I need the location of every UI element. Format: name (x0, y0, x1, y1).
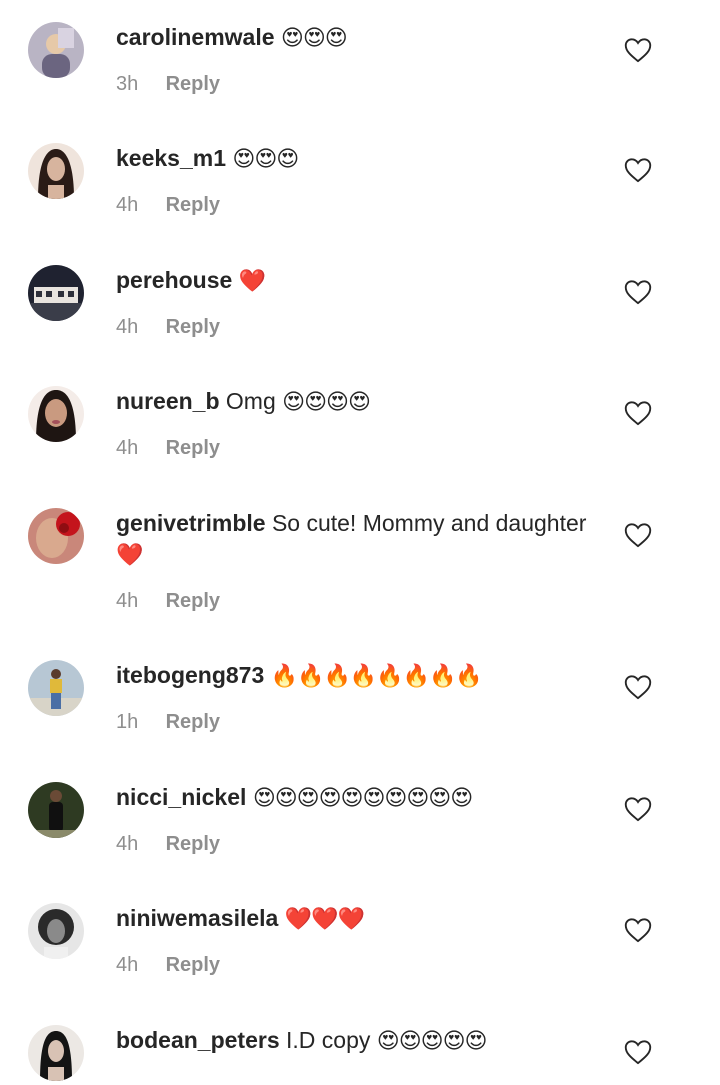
avatar[interactable] (28, 265, 84, 321)
comment-line: nureen_b Omg 😍😍😍😍 (116, 386, 606, 418)
comment-username[interactable]: bodean_peters (116, 1027, 280, 1053)
avatar[interactable] (28, 508, 84, 564)
comment-body: bodean_peters I.D copy 😍😍😍😍😍 (116, 1025, 606, 1057)
heart-outline-icon[interactable] (624, 796, 652, 822)
reply-button[interactable]: Reply (166, 954, 220, 976)
comment-line: perehouse ❤️ (116, 265, 606, 297)
comment-time: 4h (116, 590, 139, 612)
heart-outline-icon[interactable] (624, 522, 652, 548)
avatar[interactable] (28, 782, 84, 838)
comment-text: Omg (225, 388, 276, 414)
comment-emoji: 😍😍😍 (280, 26, 348, 51)
comment-body: itebogeng873 🔥🔥🔥🔥🔥🔥🔥🔥 1h Reply (116, 660, 606, 734)
comment-emoji: ❤️ (238, 269, 266, 294)
avatar[interactable] (28, 1025, 84, 1081)
heart-outline-icon[interactable] (624, 674, 652, 700)
comment-meta: 4h Reply (116, 832, 606, 856)
comment-meta: 4h Reply (116, 193, 606, 217)
reply-button[interactable]: Reply (166, 590, 220, 612)
comment-meta: 1h Reply (116, 710, 606, 734)
comment-username[interactable]: niniwemasilela (116, 905, 278, 931)
comment-body: carolinemwale 😍😍😍 3h Reply (116, 22, 606, 96)
comment-meta: 4h Reply (116, 953, 606, 977)
avatar[interactable] (28, 386, 84, 442)
comment-line: genivetrimble So cute! Mommy and daughte… (116, 508, 606, 571)
comment-text: So cute! Mommy and daughter (271, 510, 587, 536)
comment-line: nicci_nickel 😍😍😍😍😍😍😍😍😍😍 (116, 782, 606, 814)
comment-time: 4h (116, 316, 139, 338)
reply-button[interactable]: Reply (166, 194, 220, 216)
comment-time: 4h (116, 833, 139, 855)
comment-emoji: ❤️ (116, 543, 143, 568)
comment-body: nicci_nickel 😍😍😍😍😍😍😍😍😍😍 4h Reply (116, 782, 606, 856)
comment-time: 1h (116, 711, 139, 733)
comment-time: 4h (116, 437, 139, 459)
reply-button[interactable]: Reply (166, 711, 220, 733)
comment-emoji: 😍😍😍😍😍😍😍😍😍😍 (252, 786, 473, 811)
comment-emoji: 😍😍😍 (232, 147, 299, 172)
avatar[interactable] (28, 22, 84, 78)
comment-line: itebogeng873 🔥🔥🔥🔥🔥🔥🔥🔥 (116, 660, 606, 692)
comment-body: nureen_b Omg 😍😍😍😍 4h Reply (116, 386, 606, 460)
comment-line: niniwemasilela ❤️❤️❤️ (116, 903, 606, 935)
comment-username[interactable]: itebogeng873 (116, 662, 264, 688)
reply-button[interactable]: Reply (166, 833, 220, 855)
comment-meta: 3h Reply (116, 72, 606, 96)
heart-outline-icon[interactable] (624, 400, 652, 426)
comment-username[interactable]: keeks_m1 (116, 145, 226, 171)
comment-body: genivetrimble So cute! Mommy and daughte… (116, 508, 606, 613)
comment-line: bodean_peters I.D copy 😍😍😍😍😍 (116, 1025, 606, 1057)
reply-button[interactable]: Reply (166, 316, 220, 338)
comment-time: 3h (116, 73, 139, 95)
comment-body: keeks_m1 😍😍😍 4h Reply (116, 143, 606, 217)
comment-username[interactable]: perehouse (116, 267, 232, 293)
comment-meta: 4h Reply (116, 315, 606, 339)
avatar[interactable] (28, 143, 84, 199)
comment-time: 4h (116, 954, 139, 976)
comment-emoji: 😍😍😍😍 (282, 390, 371, 415)
comment-emoji: 🔥🔥🔥🔥🔥🔥🔥🔥 (270, 664, 483, 689)
heart-outline-icon[interactable] (624, 1039, 652, 1065)
comment-body: perehouse ❤️ 4h Reply (116, 265, 606, 339)
comment-emoji: 😍😍😍😍😍 (376, 1029, 488, 1054)
heart-outline-icon[interactable] (624, 37, 652, 63)
avatar[interactable] (28, 660, 84, 716)
comment-line: carolinemwale 😍😍😍 (116, 22, 606, 54)
comment-username[interactable]: nureen_b (116, 388, 220, 414)
comment-meta: 4h Reply (116, 589, 606, 613)
avatar[interactable] (28, 903, 84, 959)
comment-body: niniwemasilela ❤️❤️❤️ 4h Reply (116, 903, 606, 977)
heart-outline-icon[interactable] (624, 157, 652, 183)
comment-time: 4h (116, 194, 139, 216)
comment-text: I.D copy (286, 1027, 371, 1053)
heart-outline-icon[interactable] (624, 279, 652, 305)
comment-emoji: ❤️❤️❤️ (284, 907, 365, 932)
comment-username[interactable]: nicci_nickel (116, 784, 246, 810)
comment-meta: 4h Reply (116, 436, 606, 460)
reply-button[interactable]: Reply (166, 73, 220, 95)
reply-button[interactable]: Reply (166, 437, 220, 459)
comment-line: keeks_m1 😍😍😍 (116, 143, 606, 175)
comment-username[interactable]: carolinemwale (116, 24, 275, 50)
heart-outline-icon[interactable] (624, 917, 652, 943)
comment-username[interactable]: genivetrimble (116, 510, 266, 536)
